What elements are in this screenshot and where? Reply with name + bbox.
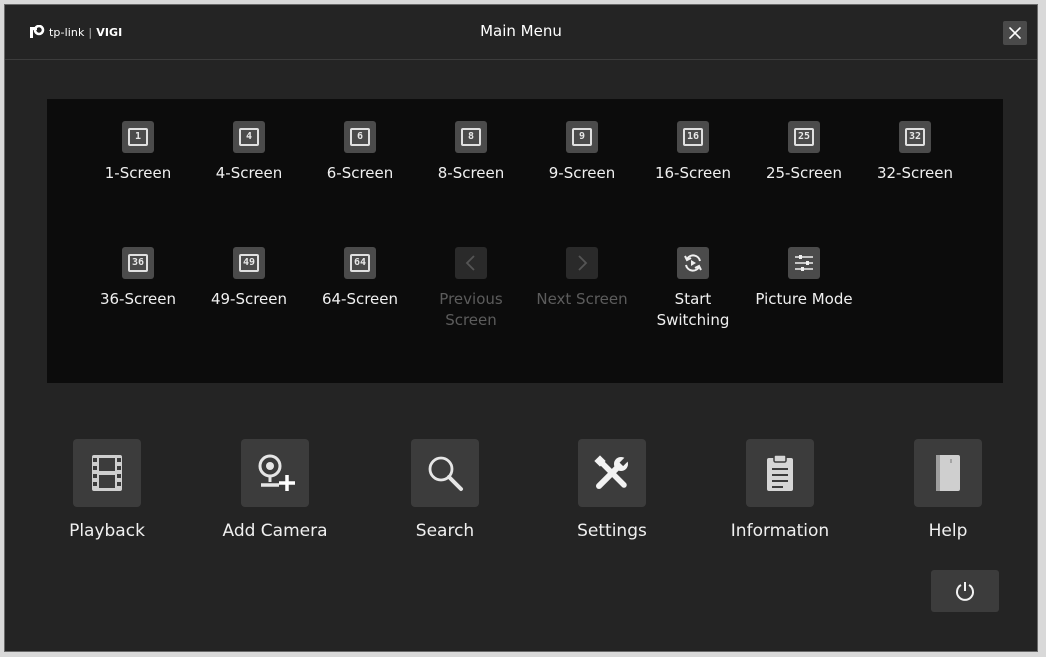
close-icon [1009,27,1021,39]
screen-16-label: 16-Screen [654,164,732,182]
screen-8-icon: 8 [461,128,481,146]
screen-4-button[interactable]: 4 4-Screen [194,121,304,184]
picture-mode-label: Picture Mode [755,290,853,308]
screen-32-button[interactable]: 32 32-Screen [860,121,970,184]
screen-8-label: 8-Screen [437,164,505,182]
search-icon [428,456,463,491]
playback-button[interactable]: Playback [47,439,167,541]
screen-36-icon: 36 [128,254,148,272]
help-label: Help [928,521,968,541]
settings-button[interactable]: Settings [552,439,672,541]
screen-8-button[interactable]: 8 8-Screen [416,121,526,184]
screen-9-icon: 9 [572,128,592,146]
information-label: Information [730,521,830,541]
add-camera-icon [258,454,295,491]
chevron-left-icon [465,255,475,271]
power-icon [956,582,974,601]
clipboard-icon [767,454,793,491]
previous-screen-button[interactable]: Previous Screen [416,247,526,331]
next-screen-button[interactable]: Next Screen [527,247,637,310]
window-title: Main Menu [480,22,562,40]
start-switching-button[interactable]: Start Switching [638,247,748,331]
cycle-icon [684,254,702,272]
sliders-icon [795,255,813,271]
title-bar: tp-link | VIGI Main Menu [5,5,1037,60]
search-label: Search [415,521,475,541]
screen-64-icon: 64 [350,254,370,272]
picture-mode-button[interactable]: Picture Mode [749,247,859,310]
chevron-right-icon [578,255,588,271]
screen-6-icon: 6 [350,128,370,146]
screen-16-icon: 16 [683,128,703,146]
screen-49-button[interactable]: 49 49-Screen [194,247,304,310]
screen-4-icon: 4 [239,128,259,146]
book-icon [936,455,960,491]
previous-screen-label: Previous Screen [439,290,503,329]
screen-49-icon: 49 [239,254,259,272]
screen-1-button[interactable]: 1 1-Screen [83,121,193,184]
screen-32-icon: 32 [905,128,925,146]
playback-label: Playback [69,521,145,541]
screen-9-button[interactable]: 9 9-Screen [527,121,637,184]
screen-9-label: 9-Screen [548,164,616,182]
close-button[interactable] [1003,21,1027,45]
power-button[interactable] [931,570,999,612]
screen-4-label: 4-Screen [215,164,283,182]
screen-64-label: 64-Screen [321,290,399,308]
add-camera-label: Add Camera [222,521,328,541]
screen-6-label: 6-Screen [326,164,394,182]
settings-label: Settings [577,521,647,541]
screen-1-icon: 1 [128,128,148,146]
help-button[interactable]: Help [888,439,1008,541]
screen-layout-panel: 1 1-Screen 4 4-Screen 6 6-Screen 8 8-Scr… [47,99,1003,383]
screen-16-button[interactable]: 16 16-Screen [638,121,748,184]
search-button[interactable]: Search [385,439,505,541]
start-switching-label: Start Switching [656,290,730,329]
tools-icon [594,455,629,489]
screen-25-label: 25-Screen [765,164,843,182]
screen-6-button[interactable]: 6 6-Screen [305,121,415,184]
film-icon [92,455,122,491]
screen-32-label: 32-Screen [876,164,954,182]
information-button[interactable]: Information [720,439,840,541]
screen-25-button[interactable]: 25 25-Screen [749,121,859,184]
main-menu-window: tp-link | VIGI Main Menu 1 1-Screen 4 4-… [4,4,1038,652]
screen-36-label: 36-Screen [99,290,177,308]
screen-36-button[interactable]: 36 36-Screen [83,247,193,310]
screen-25-icon: 25 [794,128,814,146]
add-camera-button[interactable]: Add Camera [215,439,335,541]
next-screen-label: Next Screen [536,290,628,308]
screen-1-label: 1-Screen [104,164,172,182]
screen-64-button[interactable]: 64 64-Screen [305,247,415,310]
screen-49-label: 49-Screen [210,290,288,308]
